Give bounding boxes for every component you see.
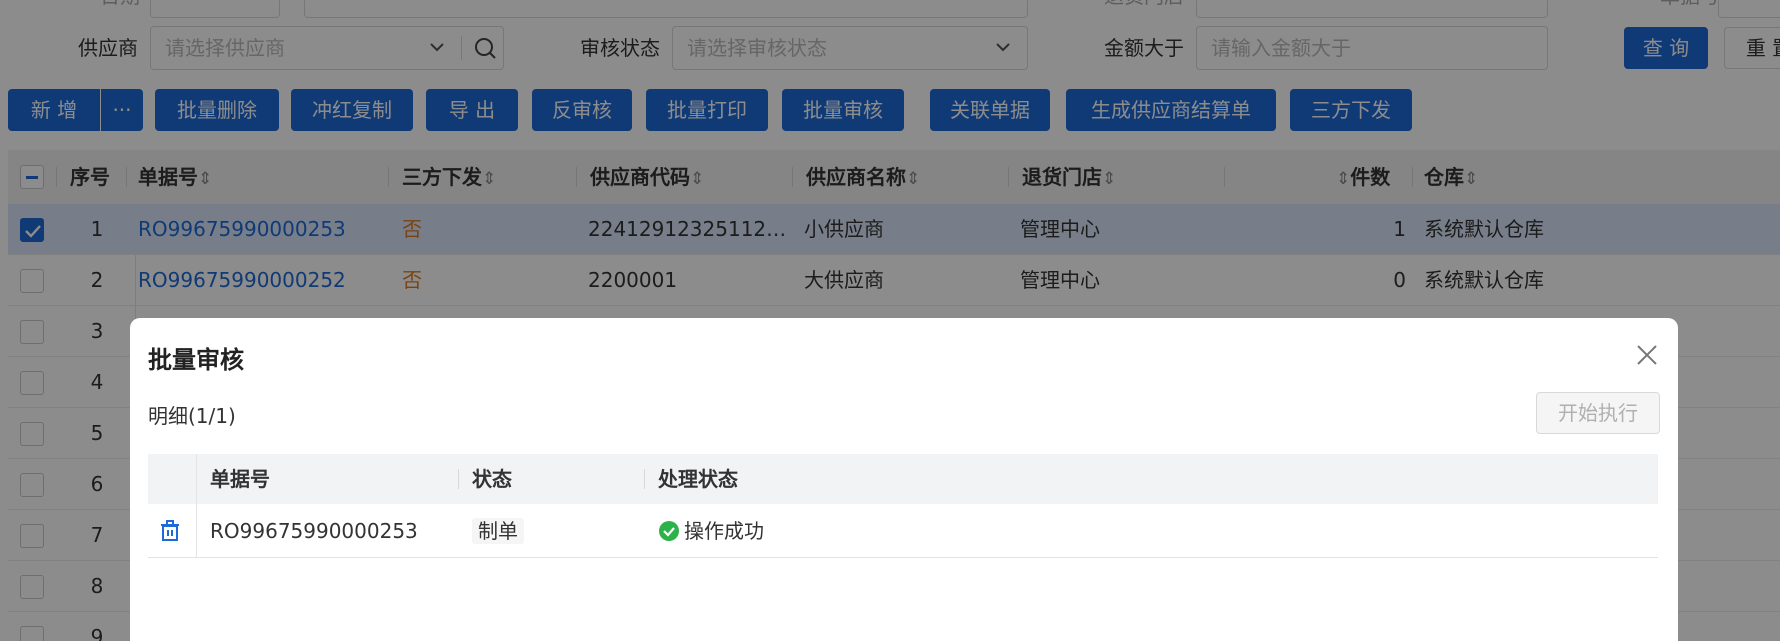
dialog-table-header: 单据号 状态 处理状态 (148, 454, 1658, 504)
dialog-table-row: RO99675990000253 制单 操作成功 (148, 504, 1658, 558)
process-status-text: 操作成功 (684, 519, 764, 543)
detail-count: 明细(1/1) (148, 404, 236, 428)
start-execute-button[interactable]: 开始执行 (1536, 392, 1660, 434)
row-divider (196, 504, 197, 558)
dialog-header-process: 处理状态 (658, 467, 738, 491)
batch-audit-dialog: 批量审核 明细(1/1) 开始执行 单据号 状态 处理状态 RO99675990… (130, 318, 1678, 641)
success-icon (658, 520, 680, 542)
header-divider (458, 469, 459, 489)
close-icon[interactable] (1634, 342, 1660, 368)
dialog-header-status: 状态 (472, 467, 512, 491)
dialog-title: 批量审核 (148, 346, 244, 374)
dialog-header-doc-no: 单据号 (210, 467, 270, 491)
header-divider (196, 454, 197, 504)
delete-icon[interactable] (158, 519, 182, 543)
dialog-doc-no: RO99675990000253 (210, 519, 418, 543)
status-badge: 制单 (472, 518, 524, 544)
header-divider (644, 469, 645, 489)
